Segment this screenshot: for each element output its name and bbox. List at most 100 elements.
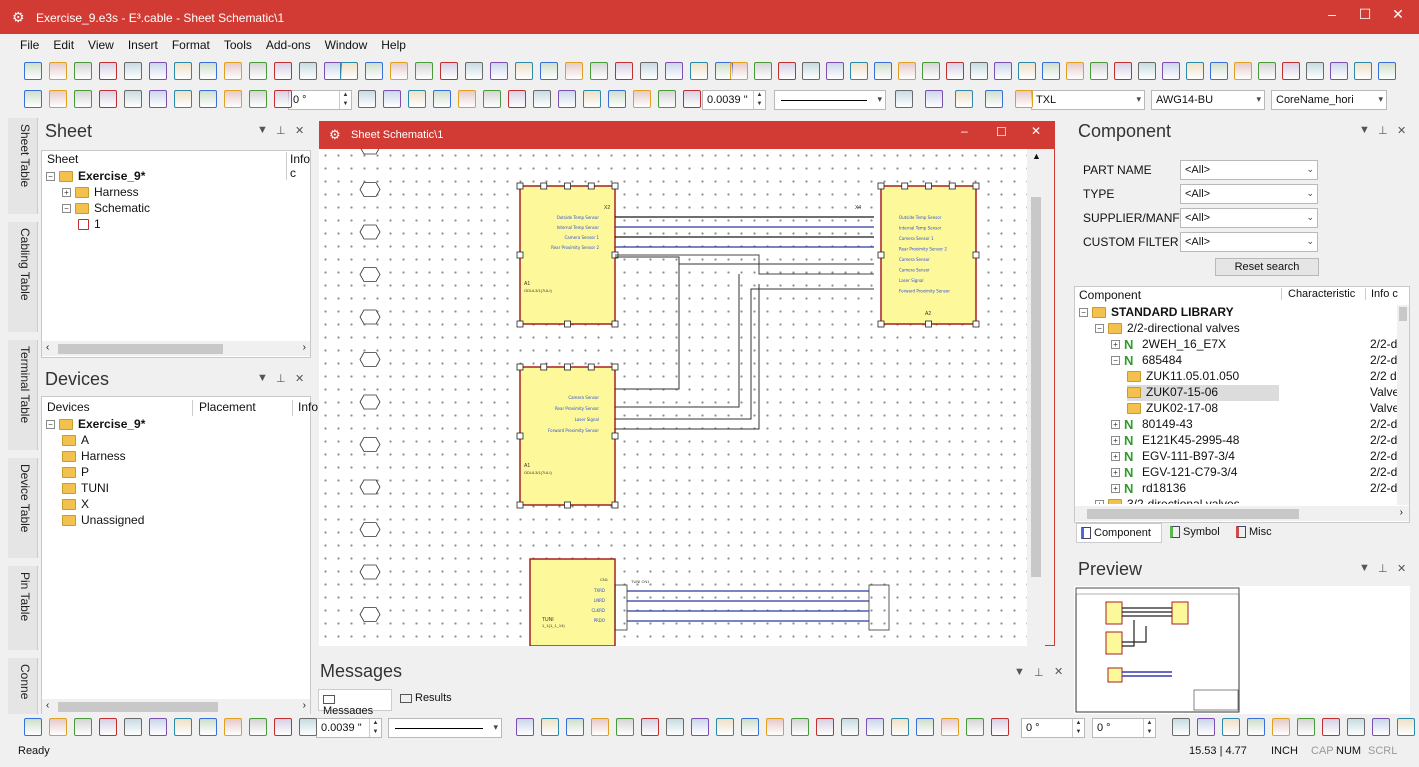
tab-messages[interactable]: Messages [318,689,392,717]
dropdown-icon[interactable]: ▼ [257,124,268,136]
menu-edit[interactable]: Edit [46,34,81,52]
selection-handle[interactable] [516,320,524,328]
toolbar-button[interactable] [149,718,167,736]
component-tree-row[interactable]: − STANDARD LIBRARY [1079,305,1234,321]
device-tree-row[interactable]: A [62,433,89,449]
tab-symbol[interactable]: Symbol [1166,523,1228,543]
toolbar-button[interactable] [1234,62,1252,80]
toolbar-button[interactable] [1015,90,1033,108]
close-icon[interactable]: ✕ [295,372,304,385]
toolbar-button[interactable] [299,718,317,736]
menu-help[interactable]: Help [374,34,413,52]
toolbar-button[interactable] [174,90,192,108]
toolbar-button[interactable] [665,62,683,80]
toolbar-button[interactable] [1186,62,1204,80]
selection-handle[interactable] [611,363,619,371]
filter-select[interactable]: <All> ⌄ [1180,232,1318,252]
toolbar-button[interactable] [124,62,142,80]
toolbar-button[interactable] [754,62,772,80]
toolbar-button[interactable] [1162,62,1180,80]
toolbar-button[interactable] [778,62,796,80]
toolbar-button[interactable] [408,90,426,108]
toolbar-button[interactable] [24,90,42,108]
component-tree-row[interactable]: + Ν 2WEH_16_E7X [1111,337,1226,353]
toolbar-button[interactable] [690,62,708,80]
line-style-select[interactable]: ▾ [774,90,886,110]
toolbar-button[interactable] [99,62,117,80]
selection-handle[interactable] [611,432,619,440]
spin-icon[interactable]: ▲ ▼ [339,91,351,109]
toolbar-button[interactable] [224,62,242,80]
wire-type-select[interactable]: TXL ▾ [1031,90,1145,110]
toolbar-button[interactable] [1272,718,1290,736]
selection-handle[interactable] [516,182,524,190]
line-style-select[interactable]: ▾ [388,718,502,738]
selection-handle[interactable] [611,182,619,190]
expand-icon[interactable]: + [62,188,71,198]
component-tree-row[interactable]: ZUK02-17-08 [1127,401,1218,417]
schematic-canvas[interactable]: A1 ODUL3/1(7ULI) X2 A1 ODUL3/1(7ULI) A2 … [319,149,1027,646]
horizontal-scrollbar[interactable]: › [1075,506,1409,521]
tab-device-table[interactable]: Device Table [8,458,38,558]
toolbar-button[interactable] [1066,62,1084,80]
wire[interactable] [615,274,740,408]
toolbar-button[interactable] [174,62,192,80]
toolbar-button[interactable] [340,62,358,80]
device-block-a1-top[interactable]: A1 ODUL3/1(7ULI) X2 [519,185,616,325]
toolbar-button[interactable] [365,62,383,80]
toolbar-button[interactable] [1210,62,1228,80]
sheet-tree-row[interactable]: − Exercise_9* [46,169,145,185]
toolbar-button[interactable] [941,718,959,736]
toolbar-button[interactable] [458,90,476,108]
expand-icon[interactable]: − [46,420,55,430]
pin-icon[interactable]: ⊥ [276,372,286,385]
tab-misc[interactable]: Misc [1232,523,1284,543]
component-tree-row[interactable]: + Ν 80149-43 [1111,417,1193,433]
device-block-a1-mid[interactable]: A1 ODUL3/1(7ULI) [519,366,616,506]
toolbar-button[interactable] [691,718,709,736]
wire[interactable] [615,288,874,420]
toolbar-button[interactable] [249,718,267,736]
toolbar-button[interactable] [49,90,67,108]
wire-gauge-select[interactable]: AWG14-BU ▾ [1151,90,1265,110]
component-tree-row[interactable]: − 2/2-directional valves [1095,321,1240,337]
toolbar-button[interactable] [1354,62,1372,80]
horizontal-scrollbar[interactable]: ‹ › [42,699,310,714]
expand-icon[interactable]: + [1095,500,1104,504]
toolbar-button[interactable] [1042,62,1060,80]
menu-file[interactable]: File [0,34,46,52]
line-width-field[interactable]: 0.0039 " ▲ ▼ [702,90,766,110]
spin-icon[interactable]: ▲ ▼ [369,719,381,737]
toolbar-button[interactable] [566,718,584,736]
toolbar-button[interactable] [802,62,820,80]
selection-handle[interactable] [925,320,932,328]
toolbar-button[interactable] [1090,62,1108,80]
component-tree-row[interactable]: + Ν EGV-121-C79-3/4 [1111,465,1237,481]
toolbar-button[interactable] [99,90,117,108]
toolbar-button[interactable] [1282,62,1300,80]
toolbar-button[interactable] [199,90,217,108]
toolbar-button[interactable] [515,62,533,80]
toolbar-button[interactable] [1378,62,1396,80]
toolbar-button[interactable] [415,62,433,80]
close-icon[interactable]: ✕ [1397,124,1406,137]
reset-search-button[interactable]: Reset search [1215,258,1319,276]
selection-handle[interactable] [564,182,571,190]
toolbar-button[interactable] [24,718,42,736]
maximize-icon[interactable]: ☐ [996,125,1007,139]
angle-field[interactable]: 0 ° ▲ ▼ [288,90,352,110]
expand-icon[interactable]: + [1111,420,1120,430]
selection-handle[interactable] [587,182,595,190]
component-tree-row[interactable]: ZUK07-15-06 [1127,385,1279,401]
menu-addons[interactable]: Add-ons [259,34,318,52]
spin-icon[interactable]: ▲ ▼ [753,91,765,109]
toolbar-button[interactable] [149,90,167,108]
toolbar-button[interactable] [199,62,217,80]
toolbar-button[interactable] [1258,62,1276,80]
component-tree-row[interactable]: + Ν E121K45-2995-48 [1111,433,1239,449]
toolbar-button[interactable] [658,90,676,108]
toolbar-button[interactable] [608,90,626,108]
device-tree-row[interactable]: Harness [62,449,126,465]
toolbar-button[interactable] [590,62,608,80]
expand-icon[interactable]: − [62,204,71,214]
